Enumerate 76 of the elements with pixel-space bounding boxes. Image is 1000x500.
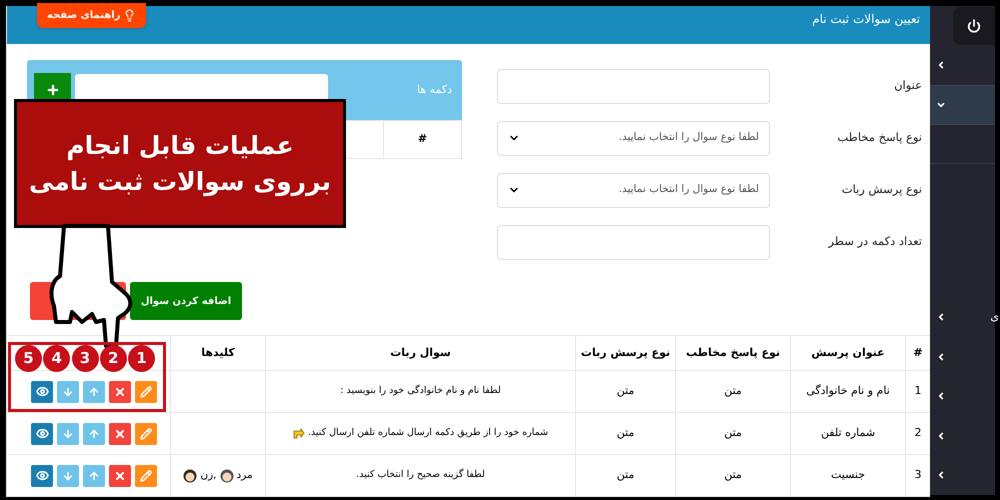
move-up-button[interactable] <box>83 380 105 402</box>
view-button[interactable] <box>31 422 53 444</box>
chevron-left-icon <box>936 352 946 362</box>
edit-button[interactable] <box>135 422 157 444</box>
table-cell: نام و نام خانوادگی <box>790 371 905 412</box>
pencil-icon <box>140 428 152 440</box>
edit-button[interactable] <box>135 464 157 486</box>
chevron-left-icon <box>936 430 946 441</box>
select-field[interactable]: لطفا نوع سوال را انتخاب نمایید. <box>497 120 770 156</box>
delete-button[interactable] <box>109 464 131 486</box>
arrow-down-icon <box>62 428 74 440</box>
plus-icon <box>46 83 60 97</box>
arrow-up-icon <box>88 470 100 482</box>
chevron-left-icon <box>936 60 946 70</box>
select-field[interactable]: لطفا نوع سوال را انتخاب نمایید. <box>497 172 770 208</box>
column-header: # <box>383 121 461 158</box>
callout-text: برروی سوالات ثبت نامی <box>28 166 332 196</box>
field-label: عنوان <box>893 77 923 94</box>
table-cell: شماره تلفن <box>790 413 905 454</box>
table-cell: متن <box>675 371 790 412</box>
close-icon <box>114 428 126 440</box>
arrow-down-icon <box>62 386 74 398</box>
delete-button[interactable] <box>109 422 131 444</box>
table-cell-text: لطفا گزینه صحیح را انتخاب کنید. <box>356 468 485 482</box>
field-label: نوع پرسش ربات <box>840 181 923 198</box>
field-label: نوع پاسخ مخاطب <box>836 129 923 146</box>
table-cell: متن <box>575 455 675 496</box>
woman-icon <box>183 468 198 482</box>
chevron-left-icon <box>936 391 946 402</box>
column-header: سوال ربات <box>265 336 575 370</box>
arrow-up-icon <box>88 386 100 398</box>
table-cell: متن <box>675 413 790 454</box>
callout-text: عملیات قابل انجام <box>66 130 294 160</box>
eye-icon <box>36 469 48 482</box>
column-header: عنوان پرسش <box>790 336 905 370</box>
column-header: نوع پاسخ مخاطب <box>675 336 790 370</box>
chevron-left-icon <box>936 312 946 322</box>
power-button[interactable] <box>953 6 995 45</box>
eye-icon <box>36 385 48 398</box>
move-down-button[interactable] <box>57 380 79 402</box>
delete-button[interactable] <box>109 380 131 402</box>
text-field[interactable] <box>497 224 770 260</box>
power-icon <box>967 18 981 33</box>
panel-title: دکمه ها <box>416 82 452 98</box>
sidebar-item[interactable] <box>930 85 995 125</box>
move-down-button[interactable] <box>57 422 79 444</box>
page-title: تعیین سوالات ثبت نام <box>812 11 920 28</box>
pencil-icon <box>140 470 152 482</box>
close-icon <box>114 386 126 398</box>
table-cell-text: لطفا نام و نام خانوادگی خود را بنویسید : <box>340 384 501 398</box>
key-label: ,زن <box>200 468 217 483</box>
pencil-icon <box>140 386 152 398</box>
lightbulb-icon <box>123 9 136 22</box>
view-button[interactable] <box>31 464 53 486</box>
table-cell: جنسیت <box>790 455 905 496</box>
table-cell-text: شماره خود را از طریق دکمه ارسال شماره تلفن ارسال کنید. <box>308 426 548 440</box>
move-down-button[interactable] <box>57 464 79 486</box>
man-icon <box>220 468 234 482</box>
table-cell: متن <box>575 371 675 412</box>
table-cell: متن <box>675 455 790 496</box>
field-label: تعداد دکمه در سطر <box>826 233 923 250</box>
chevron-left-icon <box>936 470 946 480</box>
text-field[interactable] <box>497 68 770 104</box>
column-header: نوع پرسش ربات <box>575 336 675 370</box>
arrow-down-icon <box>62 470 74 482</box>
key-label: مرد <box>236 468 253 483</box>
close-icon <box>114 470 126 482</box>
eye-icon <box>36 427 48 440</box>
move-up-button[interactable] <box>83 422 105 444</box>
table-cell: متن <box>575 413 675 454</box>
add-question-button[interactable]: اضافه کردن سوال <box>130 282 242 320</box>
edit-button[interactable] <box>135 380 157 402</box>
arrow-up-icon <box>88 428 100 440</box>
move-up-button[interactable] <box>83 464 105 486</box>
view-button[interactable] <box>31 380 53 402</box>
column-header: کلیدها <box>170 336 265 370</box>
